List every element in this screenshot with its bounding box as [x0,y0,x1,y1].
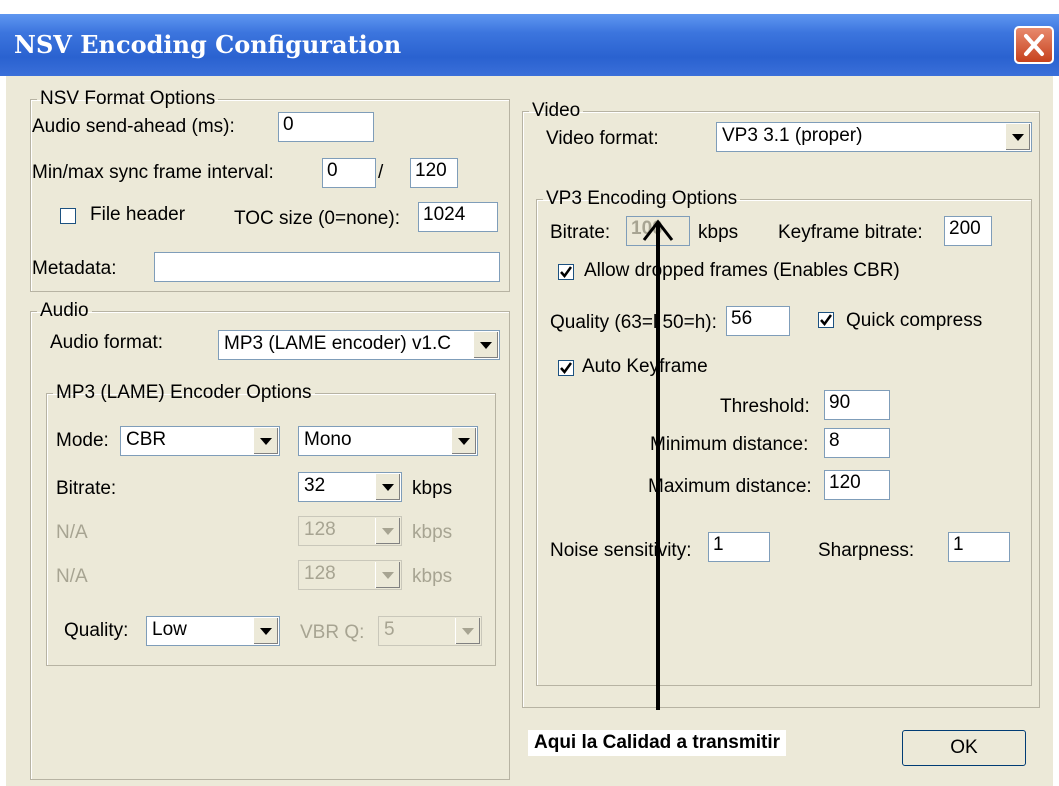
vp3-bitrate-label: Bitrate: [550,222,611,243]
quick-compress-label: Quick compress [846,310,983,331]
quality-label: Quality: [64,620,129,641]
check-icon [560,266,572,278]
sync-interval-label: Min/max sync frame interval: [32,162,274,183]
sharpness-input[interactable]: 1 [948,532,1010,562]
allow-dropped-frames-label: Allow dropped frames (Enables CBR) [584,260,900,281]
allow-dropped-frames-checkbox[interactable] [558,264,574,280]
audio-format-value: MP3 (LAME encoder) v1.C [224,333,452,354]
mp3-bitrate-unit: kbps [412,478,453,499]
chevron-down-icon[interactable] [473,332,498,358]
mode-select[interactable]: CBR [120,426,280,456]
sync-separator: / [378,162,384,183]
check-icon [560,362,572,374]
window-title: NSV Encoding Configuration [14,30,402,59]
channel-mode-value: Mono [304,429,352,450]
chevron-down-icon[interactable] [253,428,278,454]
mode-label: Mode: [56,430,109,451]
na2-select: 128 [298,560,402,590]
na1-label: N/A [56,522,88,543]
keyframe-bitrate-label: Keyframe bitrate: [778,222,923,243]
channel-mode-select[interactable]: Mono [298,426,478,456]
vp3-quality-label: Quality (63=l 50=h): [550,312,717,333]
mp3-options-legend: MP3 (LAME) Encoder Options [56,382,312,403]
noise-sensitivity-input[interactable]: 1 [708,532,770,562]
check-icon [820,314,832,326]
video-format-select[interactable]: VP3 3.1 (proper) [716,122,1032,152]
min-distance-input[interactable]: 8 [824,428,890,458]
na2-value: 128 [304,563,336,584]
mode-value: CBR [126,429,167,450]
na1-value: 128 [304,519,336,540]
chevron-down-icon[interactable] [253,618,278,644]
na2-unit: kbps [412,566,453,587]
chevron-down-icon [375,562,400,588]
metadata-input[interactable] [154,252,500,282]
sync-min-input[interactable]: 0 [322,158,376,188]
chevron-down-icon[interactable] [375,474,400,500]
threshold-input[interactable]: 90 [824,390,890,420]
vbr-q-select: 5 [378,616,482,646]
sharpness-label: Sharpness: [818,540,915,561]
toc-size-input[interactable]: 1024 [418,202,498,232]
ok-button[interactable]: OK [902,730,1026,766]
keyframe-bitrate-input[interactable]: 200 [944,216,992,246]
quality-select[interactable]: Low [146,616,280,646]
audio-format-select[interactable]: MP3 (LAME encoder) v1.C [218,330,500,360]
max-distance-input[interactable]: 120 [824,470,890,500]
mp3-bitrate-label: Bitrate: [56,478,117,499]
mp3-bitrate-select[interactable]: 32 [298,472,402,502]
audio-format-label: Audio format: [50,332,163,353]
chevron-down-icon [375,518,400,544]
vbr-q-label: VBR Q: [300,622,365,643]
file-header-label: File header [90,204,186,225]
audio-send-ahead-label: Audio send-ahead (ms): [32,116,235,137]
video-legend: Video [532,100,581,121]
dialog-client-area: NSV Format Options Audio send-ahead (ms)… [6,76,1053,786]
chevron-down-icon[interactable] [451,428,476,454]
auto-keyframe-checkbox[interactable] [558,360,574,376]
close-button[interactable] [1014,26,1054,64]
vp3-quality-input[interactable]: 56 [726,306,790,336]
file-header-checkbox[interactable] [60,208,76,224]
vp3-options-legend: VP3 Encoding Options [546,188,738,209]
vbr-q-value: 5 [384,619,395,640]
video-format-value: VP3 3.1 (proper) [722,125,863,146]
na1-unit: kbps [412,522,453,543]
nsv-format-legend: NSV Format Options [40,88,216,109]
chevron-down-icon [455,618,480,644]
audio-legend: Audio [40,300,89,321]
threshold-label: Threshold: [720,396,810,417]
mp3-bitrate-value: 32 [304,475,326,496]
quick-compress-checkbox[interactable] [818,312,834,328]
vp3-bitrate-unit: kbps [698,222,739,243]
metadata-label: Metadata: [32,258,117,279]
na2-label: N/A [56,566,88,587]
annotation-label: Aqui la Calidad a transmitir [528,730,786,756]
arrow-up-icon [642,219,674,710]
toc-size-label: TOC size (0=none): [234,208,400,229]
audio-send-ahead-input[interactable]: 0 [278,112,374,142]
na1-select: 128 [298,516,402,546]
chevron-down-icon[interactable] [1005,124,1030,150]
sync-max-input[interactable]: 120 [410,158,458,188]
close-icon [1024,34,1044,56]
quality-value: Low [152,619,187,640]
video-format-label: Video format: [546,128,659,149]
background-window-strip [0,0,1059,14]
